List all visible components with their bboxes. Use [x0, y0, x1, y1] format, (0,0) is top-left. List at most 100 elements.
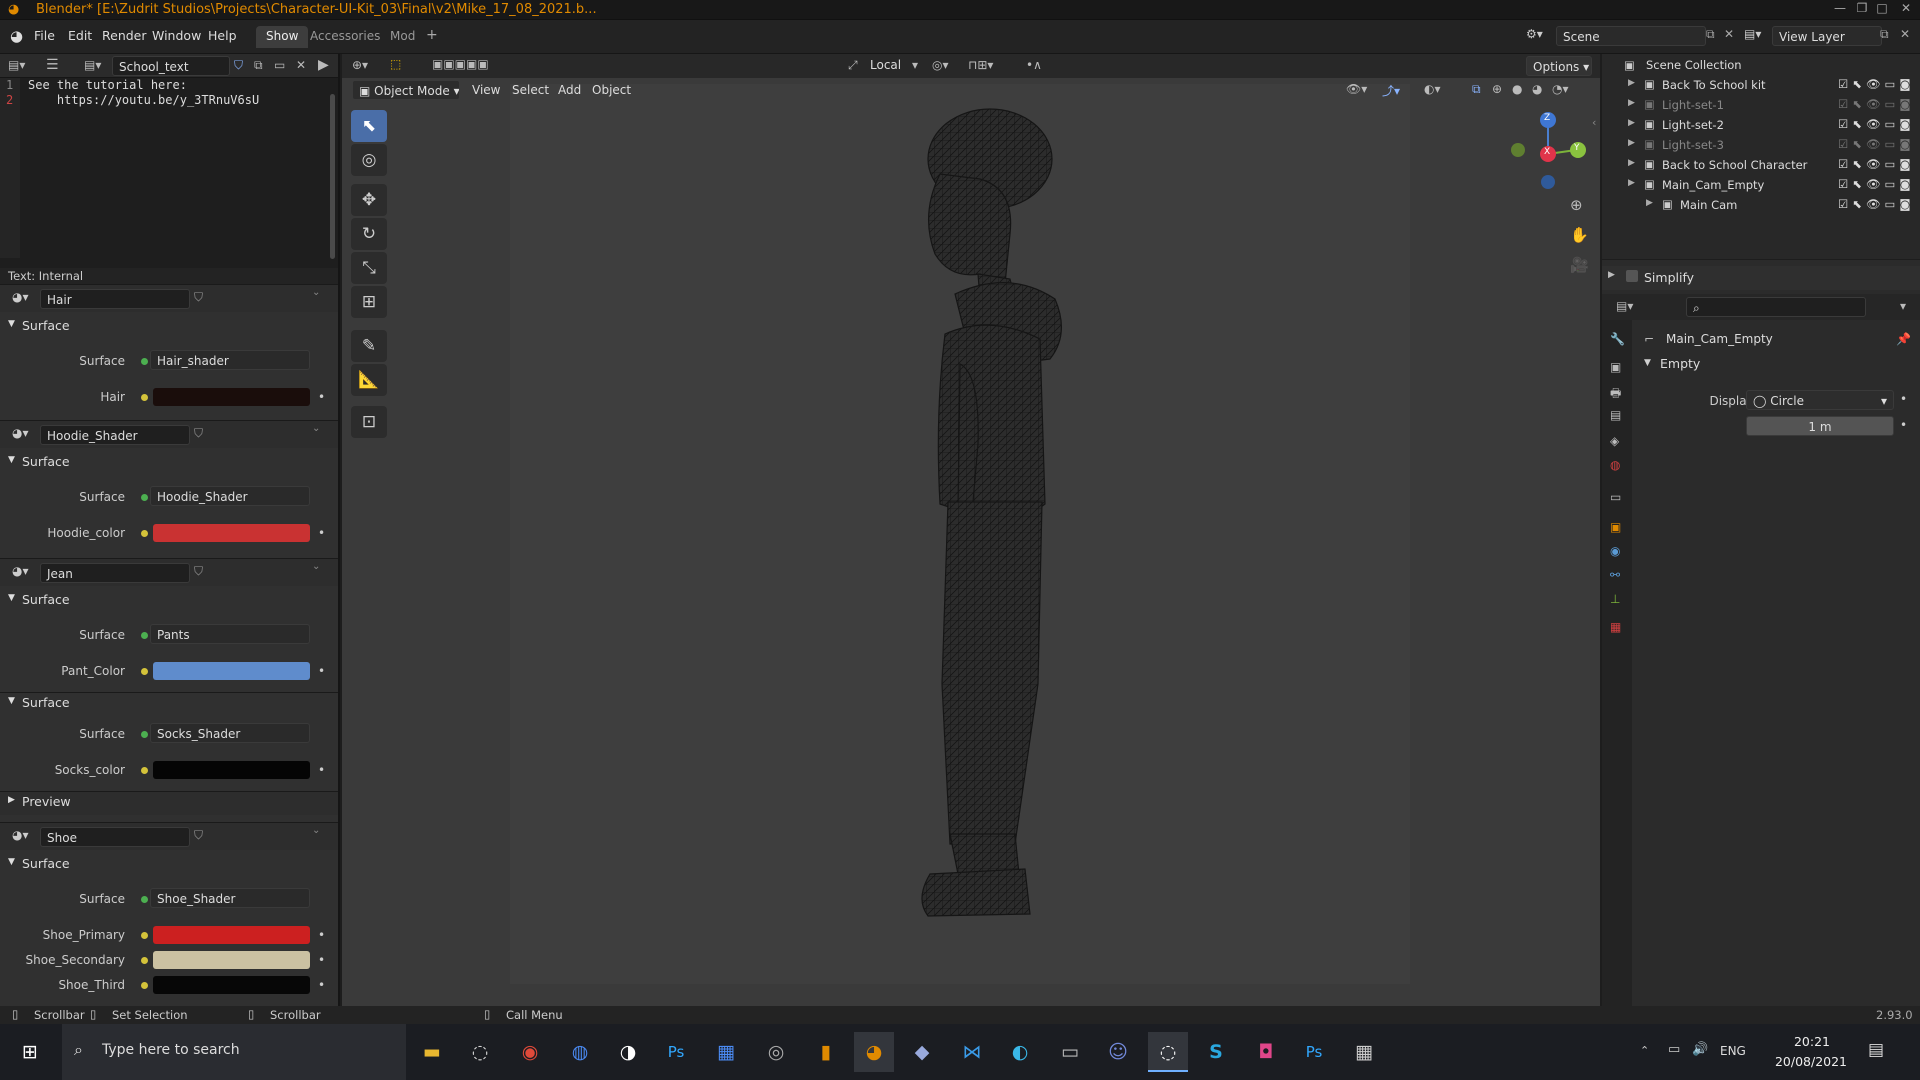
surface-shader-field[interactable]: Socks_Shader	[150, 723, 310, 743]
code-line[interactable]: See the tutorial here:	[28, 78, 187, 92]
view-layer-tab-icon[interactable]: ▤	[1610, 408, 1621, 422]
mode-dropdown[interactable]: ▣ Object Mode ▾	[352, 80, 460, 100]
object-tab-icon[interactable]: ▣	[1610, 520, 1621, 534]
move-tool-button[interactable]: ✥	[351, 184, 387, 216]
menu-file[interactable]: File	[34, 28, 55, 43]
select-tool-button[interactable]: ⬉	[351, 110, 387, 142]
display-as-dropdown[interactable]: ◯ Circle ▾	[1746, 390, 1894, 410]
scene-icon[interactable]: ⚙▾	[1526, 27, 1543, 41]
app-icon[interactable]: ◎	[756, 1032, 796, 1072]
material-name-field[interactable]: Hoodie_Shader	[40, 425, 190, 445]
material-name-field[interactable]: Jean	[40, 563, 190, 583]
physics-tab-icon[interactable]: ◉	[1610, 544, 1620, 558]
chevron-down-icon[interactable]: ⌄	[312, 561, 320, 572]
outliner-row[interactable]: ▶ ▣ Light-set-3 ☑⬉👁▭◙	[1602, 134, 1920, 154]
size-field[interactable]: 1 m	[1746, 416, 1894, 436]
expand-arrow-icon[interactable]: ▶	[1646, 198, 1653, 208]
calendar-icon[interactable]: ▦	[706, 1032, 746, 1072]
proportional-edit-icon[interactable]: •∧	[1026, 58, 1042, 72]
select-box-icon[interactable]: ⬚	[390, 57, 401, 71]
chevron-down-icon[interactable]: ▾	[912, 58, 918, 72]
view-layer-copy-icon[interactable]: ⧉	[1880, 27, 1889, 42]
app-icon[interactable]: ▭	[1050, 1032, 1090, 1072]
pan-hand-icon[interactable]: ✋	[1570, 226, 1589, 244]
rotate-tool-button[interactable]: ↻	[351, 218, 387, 250]
outliner-row[interactable]: ▶ ▣ Back to School Character ☑⬉👁▭◙	[1602, 154, 1920, 174]
visibility-toggles-icon[interactable]: ☑⬉👁▭◙	[1838, 197, 1915, 211]
visibility-toggles-icon[interactable]: ☑⬉👁▭◙	[1838, 117, 1915, 131]
gizmo-toggle-icon[interactable]: ⤴▾	[1382, 82, 1400, 99]
restore-button[interactable]: ❐	[1852, 1, 1872, 17]
zoom-icon[interactable]: ⊕	[1570, 196, 1583, 214]
simplify-header[interactable]: ▶ Simplify	[1602, 266, 1920, 290]
app-icon[interactable]: ◆	[902, 1032, 942, 1072]
outliner-root[interactable]: ▣ Scene Collection	[1602, 54, 1920, 74]
add-workspace-icon[interactable]: +	[426, 27, 438, 43]
camera-view-icon[interactable]: 🎥	[1570, 256, 1589, 274]
keyframe-dot-icon[interactable]: •	[1900, 418, 1907, 432]
chevron-down-icon[interactable]: ⌄	[312, 423, 320, 434]
language-indicator[interactable]: ENG	[1720, 1044, 1746, 1058]
world-tab-icon[interactable]: ◍	[1610, 458, 1620, 472]
editor-type-icon[interactable]: ▤▾	[8, 58, 25, 72]
overlays-icon[interactable]: ◐▾	[1424, 82, 1441, 96]
xray-icon[interactable]: ⧉	[1472, 82, 1481, 97]
scene-close-icon[interactable]: ✕	[1724, 27, 1734, 41]
chevron-left-icon[interactable]: ‹	[1592, 116, 1596, 129]
hamburger-menu-icon[interactable]: ☰	[46, 57, 59, 73]
visibility-toggles-icon[interactable]: ☑⬉👁▭◙	[1838, 157, 1915, 171]
clock-time[interactable]: 20:21	[1782, 1034, 1842, 1049]
expand-arrow-icon[interactable]: ▶	[1628, 138, 1635, 148]
visibility-toggles-icon[interactable]: ☑⬉👁▭◙	[1838, 97, 1915, 111]
scene-tab-icon[interactable]: ◈	[1610, 434, 1619, 448]
section-preview[interactable]: ▶ Preview	[0, 791, 338, 815]
surface-shader-field[interactable]: Shoe_Shader	[150, 888, 310, 908]
network-icon[interactable]: ▭	[1668, 1042, 1680, 1057]
app-icon[interactable]: ▮	[806, 1032, 846, 1072]
socks-color-swatch[interactable]	[153, 761, 310, 779]
blender-taskbar-icon[interactable]: ◕	[854, 1032, 894, 1072]
orientation-label[interactable]: Local	[870, 58, 901, 72]
file-explorer-icon[interactable]: ▬	[412, 1032, 452, 1072]
menu-edit[interactable]: Edit	[68, 28, 92, 43]
section-surface[interactable]: ▼ Surface	[0, 590, 338, 614]
simplify-checkbox[interactable]	[1626, 270, 1638, 282]
chevron-down-icon[interactable]: ⌄	[312, 825, 320, 836]
outliner-row[interactable]: ▶ ▣ Light-set-1 ☑⬉👁▭◙	[1602, 94, 1920, 114]
render-tab-icon[interactable]: ▣	[1610, 360, 1621, 374]
open-folder-icon[interactable]: ▭	[274, 58, 285, 72]
menu-select[interactable]: Select	[512, 83, 549, 97]
material-sphere-icon[interactable]: ◕▾	[12, 828, 29, 842]
expand-arrow-icon[interactable]: ▶	[1628, 158, 1635, 168]
surface-shader-field[interactable]: Hoodie_Shader	[150, 486, 310, 506]
chrome-icon[interactable]: ◉	[510, 1032, 550, 1072]
pant-color-swatch[interactable]	[153, 662, 310, 680]
cursor-tool-button[interactable]: ◎	[351, 144, 387, 176]
collection-tab-icon[interactable]: ▭	[1610, 490, 1621, 504]
outliner-row[interactable]: ▶ ▣ Light-set-2 ☑⬉👁▭◙	[1602, 114, 1920, 134]
app-icon[interactable]: ◘	[1246, 1032, 1286, 1072]
fake-user-shield-icon[interactable]: ⛉	[194, 290, 203, 305]
volume-icon[interactable]: 🔊	[1692, 1042, 1708, 1057]
duplicate-text-icon[interactable]: ⧉	[254, 58, 263, 73]
calculator-icon[interactable]: ▦	[1344, 1032, 1384, 1072]
navigation-gizmo[interactable]: Z Y X	[1500, 108, 1596, 198]
chevron-down-icon[interactable]: ▾	[1900, 299, 1906, 313]
shoe-secondary-swatch[interactable]	[153, 951, 310, 969]
expand-arrow-icon[interactable]: ▶	[1628, 78, 1635, 88]
pin-icon[interactable]: 📌	[1896, 332, 1911, 346]
menu-render[interactable]: Render	[102, 28, 147, 43]
editor-type-icon[interactable]: ⊕▾	[352, 58, 368, 72]
texture-tab-icon[interactable]: ▦	[1610, 620, 1621, 634]
steam-icon[interactable]: ◌	[460, 1032, 500, 1072]
keyframe-dot-icon[interactable]: •	[1900, 392, 1907, 406]
chevron-down-icon[interactable]: ⌄	[312, 287, 320, 298]
edge-icon[interactable]: ◐	[1000, 1032, 1040, 1072]
app-icon[interactable]: ◍	[560, 1032, 600, 1072]
scale-tool-button[interactable]: ⤡	[351, 252, 387, 284]
windows-start-icon[interactable]: ⊞	[10, 1032, 50, 1072]
expand-arrow-icon[interactable]: ▶	[1628, 178, 1635, 188]
steam-icon[interactable]: ◌	[1148, 1032, 1188, 1072]
shoe-third-swatch[interactable]	[153, 976, 310, 994]
section-empty[interactable]: ▼ Empty	[1632, 352, 1920, 376]
